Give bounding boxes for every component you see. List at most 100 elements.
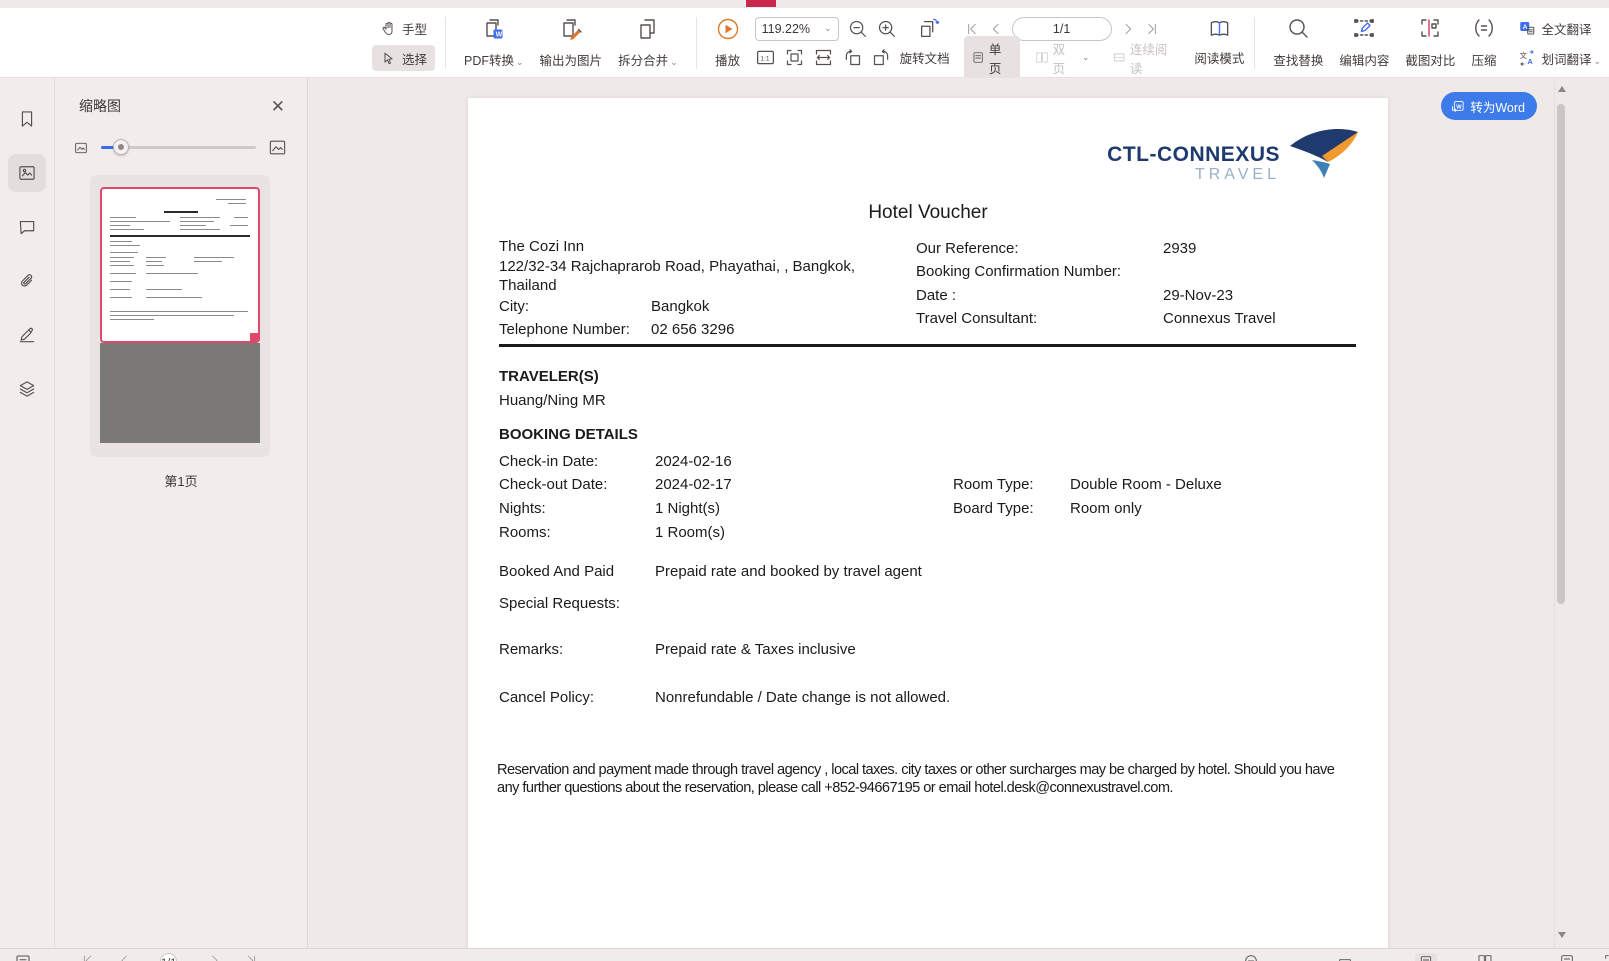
statusbar-single-page-icon[interactable] xyxy=(1415,953,1437,961)
window-top-strip xyxy=(0,0,1609,8)
svg-text:1:1: 1:1 xyxy=(760,55,769,62)
city-label: City: xyxy=(499,297,651,317)
first-page-icon[interactable] xyxy=(964,21,980,37)
continuous-read-icon xyxy=(1112,50,1126,65)
read-mode-icon xyxy=(1208,17,1231,40)
rotate-doc-label[interactable]: 旋转文档 xyxy=(900,48,950,67)
room-type-label: Room Type: xyxy=(953,476,1070,493)
translate-group: A 全文翻译 文 A 划词翻译⌄ xyxy=(1510,13,1609,73)
fit-page-icon[interactable] xyxy=(784,47,805,68)
company-logo: CTL-CONNEXUS TRAVEL xyxy=(1107,126,1360,184)
sidebar-signature-button[interactable] xyxy=(8,316,46,354)
last-page-icon[interactable] xyxy=(1144,21,1160,37)
pdf-convert-button[interactable]: W PDF转换⌄ xyxy=(456,13,532,73)
rotate-left-icon[interactable] xyxy=(842,47,863,68)
statusbar-prev-page-icon[interactable] xyxy=(117,953,132,961)
statusbar-thumbnail-toggle[interactable] xyxy=(14,953,32,961)
prev-page-icon[interactable] xyxy=(988,21,1004,37)
export-image-button[interactable]: 输出为图片 xyxy=(532,13,611,73)
remarks-row: Remarks: Prepaid rate & Taxes inclusive xyxy=(499,641,1359,658)
edit-pencil-icon xyxy=(1352,16,1376,40)
thumbnail-size-slider[interactable] xyxy=(101,146,256,149)
booked-label: Booked And Paid xyxy=(499,563,655,580)
nights-label: Nights: xyxy=(499,500,655,517)
find-replace-button[interactable]: 查找替换 xyxy=(1265,13,1331,73)
zoom-level-input[interactable]: 119.22% ⌄ xyxy=(755,17,839,41)
left-sidebar xyxy=(0,78,55,948)
zoom-in-icon[interactable] xyxy=(876,18,897,39)
compress-button[interactable]: 压缩 xyxy=(1463,13,1504,73)
scroll-up-arrow[interactable] xyxy=(1558,86,1566,92)
travelers-heading: TRAVELER(S) xyxy=(499,368,599,385)
word-translate-label: 划词翻译⌄ xyxy=(1541,49,1601,68)
next-page-icon[interactable] xyxy=(1120,21,1136,37)
statusbar-page-indicator[interactable]: 1/1 xyxy=(160,953,177,961)
remarks-label: Remarks: xyxy=(499,641,655,658)
zoom-cluster: 119.22% ⌄ 1:1 xyxy=(755,13,950,73)
play-icon xyxy=(715,16,741,42)
document-viewport[interactable]: CTL-CONNEXUS TRAVEL Hotel Voucher The Co… xyxy=(308,78,1554,948)
pdf-page[interactable]: CTL-CONNEXUS TRAVEL Hotel Voucher The Co… xyxy=(468,98,1388,948)
split-merge-button[interactable]: 拆分合并⌄ xyxy=(610,13,686,73)
sidebar-thumbnails-button[interactable] xyxy=(8,154,46,192)
rotate-pages-icon[interactable] xyxy=(917,17,941,41)
actual-size-icon[interactable]: 1:1 xyxy=(755,47,776,68)
sidebar-bookmarks-button[interactable] xyxy=(8,100,46,138)
special-requests-row: Special Requests: xyxy=(499,595,1359,612)
bookmark-icon xyxy=(17,109,37,129)
hand-icon xyxy=(380,20,397,37)
cursor-icon xyxy=(380,50,397,67)
page-thumbnail[interactable] xyxy=(100,187,260,343)
hotel-address: 122/32-34 Rajchaprarob Road, Phayathai, … xyxy=(499,257,877,296)
sidebar-attachments-button[interactable] xyxy=(8,262,46,300)
page-nav-cluster: 1/1 单页 双页 ⌄ xyxy=(964,13,1185,73)
statusbar-double-page-icon[interactable] xyxy=(1477,953,1493,961)
statusbar-next-page-icon[interactable] xyxy=(207,953,222,961)
rotate-right-icon[interactable] xyxy=(871,47,892,68)
hand-tool-button[interactable]: 手型 xyxy=(372,15,435,41)
statusbar-zoom-icon[interactable] xyxy=(1243,953,1259,961)
toolbar-separator xyxy=(445,17,446,69)
booked-row: Booked And Paid Prepaid rate and booked … xyxy=(499,563,1359,580)
board-type-label: Board Type: xyxy=(953,500,1070,517)
full-translate-button[interactable]: A 全文翻译 xyxy=(1510,15,1609,41)
small-thumbnail-icon[interactable] xyxy=(73,140,89,156)
slider-thumb[interactable] xyxy=(113,139,129,155)
zoom-value: 119.22% xyxy=(762,22,810,36)
hotel-info-block: The Cozi Inn 122/32-34 Rajchaprarob Road… xyxy=(499,237,881,340)
pdf-convert-label: PDF转换⌄ xyxy=(464,50,524,69)
statusbar-fullscreen-icon[interactable] xyxy=(1603,953,1609,961)
chevron-down-icon: ⌄ xyxy=(824,23,832,34)
screenshot-compare-button[interactable]: 截图对比 xyxy=(1397,13,1463,73)
toolbar-separator xyxy=(1254,17,1255,69)
statusbar-last-page-icon[interactable] xyxy=(244,953,259,961)
large-thumbnail-icon[interactable] xyxy=(268,138,287,157)
phone-value: 02 656 3296 xyxy=(651,320,734,340)
fit-width-icon[interactable] xyxy=(813,47,834,68)
rooms-label: Rooms: xyxy=(499,524,655,541)
continuous-read-button[interactable]: 连续阅读 xyxy=(1105,36,1185,80)
cancel-policy-value: Nonrefundable / Date change is not allow… xyxy=(655,689,950,706)
statusbar-continuous-icon[interactable] xyxy=(1337,953,1353,961)
statusbar-first-page-icon[interactable] xyxy=(80,953,95,961)
select-tool-button[interactable]: 选择 xyxy=(372,45,435,71)
close-icon[interactable]: ✕ xyxy=(271,98,285,115)
zoom-out-icon[interactable] xyxy=(847,18,868,39)
statusbar-fit-icon[interactable] xyxy=(1559,953,1575,961)
word-translate-button[interactable]: 文 A 划词翻译⌄ xyxy=(1510,45,1609,71)
sidebar-layers-button[interactable] xyxy=(8,370,46,408)
svg-text:W: W xyxy=(1457,104,1463,110)
scrollbar-thumb[interactable] xyxy=(1557,104,1565,604)
single-page-button[interactable]: 单页 xyxy=(964,36,1020,80)
convert-to-word-button[interactable]: W 转为Word xyxy=(1441,92,1537,120)
page-thumbnail-card[interactable] xyxy=(90,175,270,457)
search-icon xyxy=(1286,16,1310,40)
checkin-row: Check-in Date: 2024-02-16 xyxy=(499,453,1359,470)
double-page-button[interactable]: 双页 ⌄ xyxy=(1028,36,1097,80)
read-mode-cluster[interactable]: 阅读模式 xyxy=(1194,13,1244,73)
scroll-down-arrow[interactable] xyxy=(1558,932,1566,938)
edit-content-button[interactable]: 编辑内容 xyxy=(1331,13,1397,73)
sidebar-comments-button[interactable] xyxy=(8,208,46,246)
play-button[interactable]: 播放 xyxy=(707,13,749,73)
vertical-scrollbar[interactable] xyxy=(1554,78,1567,948)
